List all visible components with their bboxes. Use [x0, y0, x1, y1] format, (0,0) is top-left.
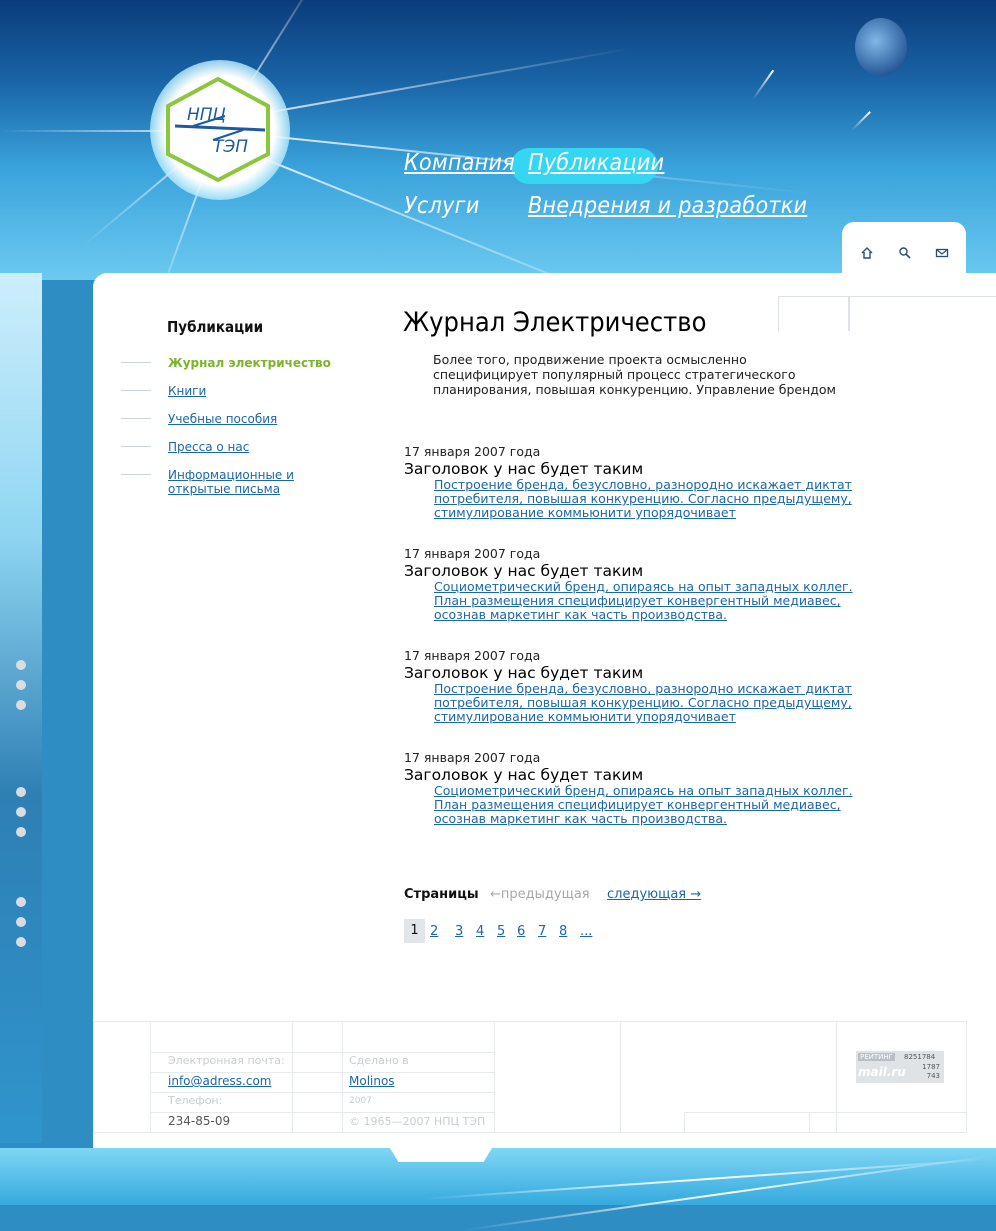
home-icon[interactable]: [860, 246, 874, 260]
counter-value-1: 8251784: [904, 1053, 936, 1061]
bottom-notch: [385, 1140, 497, 1162]
news-date: 17 января 2007 года: [404, 750, 541, 765]
mail-icon[interactable]: [935, 246, 949, 260]
copyright: © 1965—2007 НПЦ ТЭП: [349, 1115, 486, 1128]
news-link[interactable]: Социометрический бренд, опираясь на опыт…: [434, 580, 854, 622]
pager-prev: ←предыдущая: [490, 887, 590, 902]
moon-decoration: [855, 18, 907, 76]
sidebar-item-journal[interactable]: Журнал электричество: [168, 356, 358, 370]
page-link[interactable]: 7: [538, 924, 546, 939]
news-link[interactable]: Социометрический бренд, опираясь на опыт…: [434, 784, 854, 826]
nav-company[interactable]: Компания: [404, 150, 515, 176]
phone-value: 234-85-09: [168, 1114, 231, 1128]
news-title: Заголовок у нас будет таким: [404, 460, 644, 478]
page-link[interactable]: 4: [476, 924, 484, 939]
news-title: Заголовок у нас будет таким: [404, 562, 644, 580]
news-date: 17 января 2007 года: [404, 546, 541, 561]
mailru-counter[interactable]: РЕЙТИНГ 8251784 mail.ru 1787 743: [856, 1051, 944, 1083]
page-link[interactable]: 2: [430, 924, 438, 939]
counter-brand: mail.ru: [858, 1065, 906, 1079]
page-link[interactable]: 6: [517, 924, 525, 939]
made-by-link[interactable]: Molinos: [349, 1074, 395, 1088]
search-icon[interactable]: [898, 246, 912, 260]
sidebar-title: Публикации: [167, 318, 264, 336]
page-link[interactable]: 5: [497, 924, 505, 939]
sidebar-item-textbooks[interactable]: Учебные пособия: [168, 412, 358, 426]
nav-implementations[interactable]: Внедрения и разработки: [528, 193, 807, 219]
pager-label: Страницы: [404, 887, 479, 902]
counter-value-2: 1787: [922, 1063, 940, 1071]
company-logo[interactable]: НПЦ ТЭП: [165, 76, 271, 182]
sidebar-item-books[interactable]: Книги: [168, 384, 358, 398]
page-link-more[interactable]: ...: [580, 924, 592, 939]
counter-rating-label: РЕЙТИНГ: [858, 1053, 895, 1061]
logo-text-top: НПЦ: [187, 105, 226, 125]
page-link[interactable]: 8: [559, 924, 567, 939]
sidebar-item-letters[interactable]: Информационные и открытые письма: [168, 468, 348, 496]
year-text: 2007: [349, 1096, 372, 1106]
email-label: Электронная почта:: [168, 1054, 285, 1067]
bottom-banner: [0, 1148, 996, 1231]
news-date: 17 января 2007 года: [404, 444, 541, 459]
news-link[interactable]: Построение бренда, безусловно, разнородн…: [434, 682, 854, 724]
news-date: 17 января 2007 года: [404, 648, 541, 663]
page-current: 1: [404, 919, 425, 943]
page-title: Журнал Электричество: [403, 307, 707, 338]
phone-label: Телефон:: [168, 1094, 223, 1107]
made-by-label: Сделано в: [349, 1054, 409, 1067]
news-link[interactable]: Построение бренда, безусловно, разнородн…: [434, 478, 854, 520]
nav-publications[interactable]: Публикации: [528, 150, 664, 176]
counter-value-3: 743: [926, 1072, 940, 1080]
nav-services[interactable]: Услуги: [404, 193, 480, 219]
news-title: Заголовок у нас будет таким: [404, 766, 644, 784]
page-link[interactable]: 3: [455, 924, 463, 939]
intro-text: Более того, продвижение проекта осмыслен…: [433, 352, 836, 397]
email-link[interactable]: info@adress.com: [168, 1074, 271, 1088]
logo-text-bottom: ТЭП: [213, 137, 248, 157]
sidebar-item-press[interactable]: Пресса о нас: [168, 440, 358, 454]
pager-next-link[interactable]: следующая →: [607, 887, 701, 902]
news-title: Заголовок у нас будет таким: [404, 664, 644, 682]
